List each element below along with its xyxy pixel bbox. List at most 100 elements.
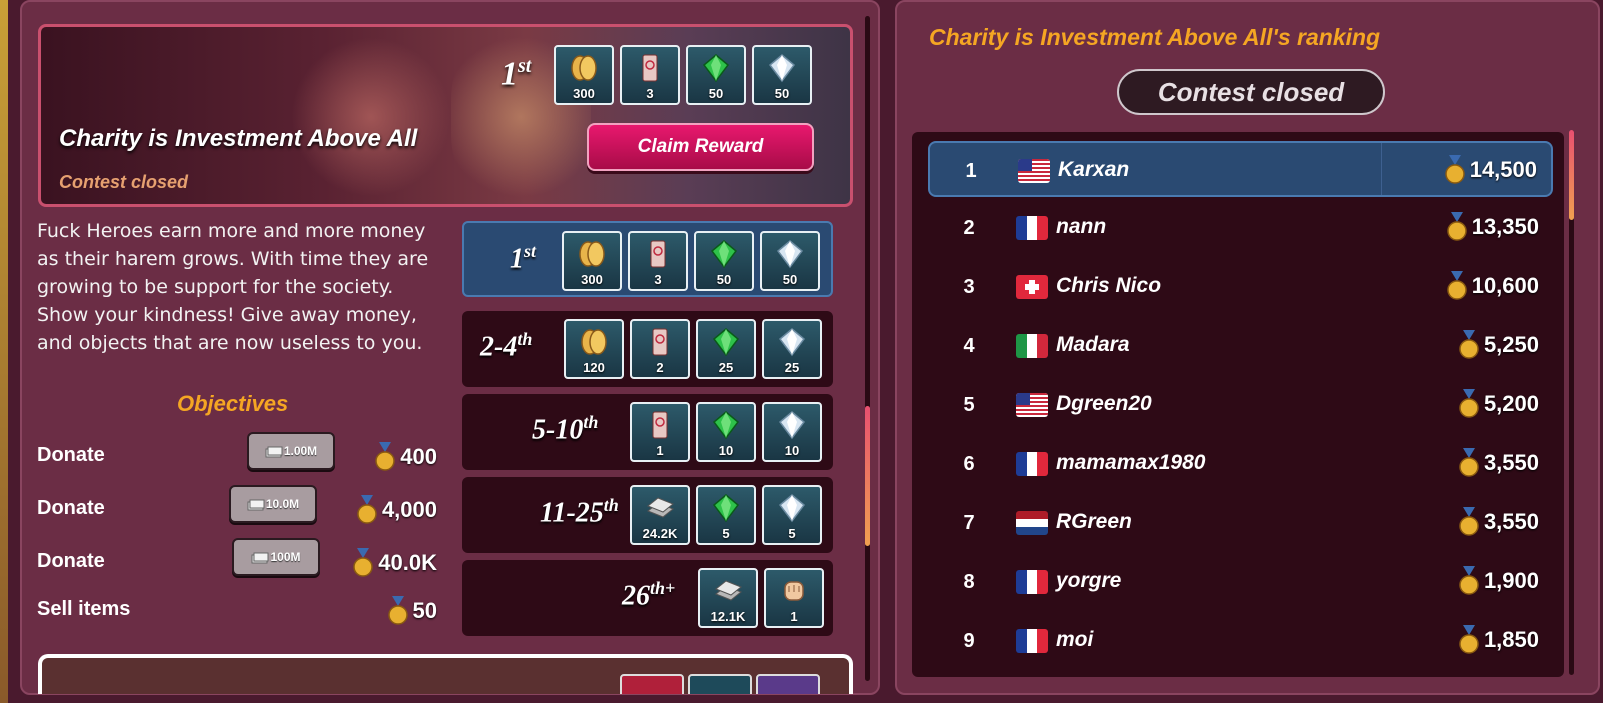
- details-scrollbar[interactable]: [865, 16, 870, 681]
- medal-icon: [1459, 566, 1479, 595]
- medal-icon: [1446, 212, 1467, 241]
- player-score: 3,550: [1458, 507, 1539, 537]
- objective-points: 50: [387, 596, 437, 626]
- reward-qty: 50: [716, 272, 732, 287]
- ranking-row[interactable]: 8 yorgre 1,900: [928, 554, 1553, 610]
- tier-suffix: st: [524, 241, 537, 261]
- it-flag-icon: [1016, 334, 1048, 358]
- ranking-row[interactable]: 4 Madara 5,250: [928, 318, 1553, 374]
- objectives-title: Objectives: [177, 391, 289, 416]
- tier-suffix: th: [583, 412, 599, 432]
- fist-icon: [779, 576, 809, 606]
- ch-flag-icon: [1016, 275, 1048, 299]
- reward-tile: 3: [628, 231, 688, 291]
- player-score: 10,600: [1446, 271, 1539, 301]
- ranking-scrollbar[interactable]: [1569, 130, 1574, 675]
- reward-tile: 25: [762, 319, 822, 379]
- coin-stack-icon: [577, 239, 607, 269]
- points-value: 40.0K: [378, 550, 437, 575]
- player-name[interactable]: Dgreen20: [1056, 392, 1152, 416]
- tier-reward-list: 1 10 10: [630, 402, 822, 462]
- claim-reward-button[interactable]: Claim Reward: [587, 123, 814, 171]
- reward-tile: 50: [686, 45, 746, 105]
- medal-icon: [375, 442, 396, 471]
- reward-tile: 2: [630, 319, 690, 379]
- rank-number: 6: [963, 453, 975, 475]
- ranking-row[interactable]: 1 Karxan 14,500: [928, 141, 1553, 197]
- white-gem-icon: [777, 493, 807, 523]
- green-gem-icon: [711, 410, 741, 440]
- white-gem-icon: [777, 410, 807, 440]
- objective-points: 400: [374, 442, 437, 472]
- details-scrollbar-thumb[interactable]: [865, 406, 870, 546]
- player-name[interactable]: Karxan: [1058, 158, 1129, 182]
- reward-tier-2-4th[interactable]: 2-4th 120 2 25 25: [462, 311, 833, 387]
- reward-qty: 25: [784, 360, 800, 375]
- tier-label: 5-10th: [532, 412, 598, 446]
- tier-reward-list: 300 3 50 50: [562, 231, 820, 291]
- objective-row: Donate 100M 40.0K: [37, 538, 437, 582]
- objective-label: Donate: [37, 444, 105, 466]
- ranking-row[interactable]: 3 Chris Nico 10,600: [928, 259, 1553, 315]
- objective-amount-badge: 10.0M: [229, 485, 317, 523]
- ranking-scrollbar-thumb[interactable]: [1569, 130, 1574, 220]
- reward-qty: 10: [784, 443, 800, 458]
- objective-amount: 100M: [270, 550, 301, 564]
- rank-number: 9: [963, 630, 975, 652]
- player-name[interactable]: nann: [1056, 215, 1106, 239]
- tier-label: 2-4th: [480, 329, 532, 363]
- tier-suffix: th: [603, 495, 619, 515]
- reward-qty: 25: [718, 360, 734, 375]
- score-value: 5,250: [1483, 332, 1539, 357]
- player-name[interactable]: yorgre: [1056, 569, 1121, 593]
- white-gem-icon: [775, 239, 805, 269]
- objective-amount: 10.0M: [265, 497, 300, 511]
- tier-label: 11-25th: [540, 495, 619, 529]
- ranking-row[interactable]: 9 moi 1,850: [928, 613, 1553, 669]
- player-score: 14,500: [1444, 155, 1537, 185]
- ticket-icon: [645, 327, 675, 357]
- ranking-row[interactable]: 7 RGreen 3,550: [928, 495, 1553, 551]
- player-rank-suffix: st: [518, 55, 532, 77]
- score-value: 3,550: [1483, 509, 1539, 534]
- reward-tile: 10: [696, 402, 756, 462]
- reward-tier-26th-plus[interactable]: 26th+ 12.1K 1: [462, 560, 833, 636]
- reward-tier-5-10th[interactable]: 5-10th 1 10 10: [462, 394, 833, 470]
- medal-icon: [387, 596, 408, 625]
- player-name[interactable]: Chris Nico: [1056, 274, 1161, 298]
- tier-rank: 5-10: [532, 414, 584, 446]
- reward-tier-1st[interactable]: 1st 300 3 50 50: [462, 221, 833, 297]
- green-gem-icon: [711, 327, 741, 357]
- objective-row: Donate 1.00M 400: [37, 432, 437, 476]
- player-name[interactable]: RGreen: [1056, 510, 1132, 534]
- tier-rank: 2-4: [480, 331, 518, 363]
- reward-tier-11-25th[interactable]: 11-25th 24.2K 5 5: [462, 477, 833, 553]
- ranking-row[interactable]: 6 mamamax1980 3,550: [928, 436, 1553, 492]
- player-name[interactable]: mamamax1980: [1056, 451, 1205, 475]
- next-contest-card[interactable]: [38, 654, 853, 694]
- money-stack-icon: [247, 499, 265, 511]
- reward-qty: 300: [573, 86, 595, 101]
- ranking-row[interactable]: 2 nann 13,350: [928, 200, 1553, 256]
- green-gem-icon: [701, 53, 731, 83]
- tier-rank: 26: [622, 580, 650, 612]
- nl-flag-icon: [1016, 511, 1048, 535]
- fr-flag-icon: [1016, 216, 1048, 240]
- reward-qty: 12.1K: [710, 609, 746, 624]
- ranking-status-pill: Contest closed: [1117, 69, 1385, 115]
- reward-tile: 10: [762, 402, 822, 462]
- objective-points: 40.0K: [352, 548, 437, 578]
- objective-label: Donate: [37, 550, 105, 572]
- objective-row: Sell items 50: [37, 586, 437, 630]
- rank-number: 3: [963, 276, 975, 298]
- reward-tile: 3: [620, 45, 680, 105]
- rank-number: 2: [963, 217, 975, 239]
- ranking-row[interactable]: 5 Dgreen20 5,200: [928, 377, 1553, 433]
- score-value: 10,600: [1471, 273, 1539, 298]
- rank-number: 4: [963, 335, 975, 357]
- tier-suffix: th: [517, 329, 533, 349]
- player-name[interactable]: Madara: [1056, 333, 1130, 357]
- tier-rank: 11-25: [540, 497, 604, 529]
- player-name[interactable]: moi: [1056, 628, 1093, 652]
- tier-reward-list: 120 2 25 25: [564, 319, 822, 379]
